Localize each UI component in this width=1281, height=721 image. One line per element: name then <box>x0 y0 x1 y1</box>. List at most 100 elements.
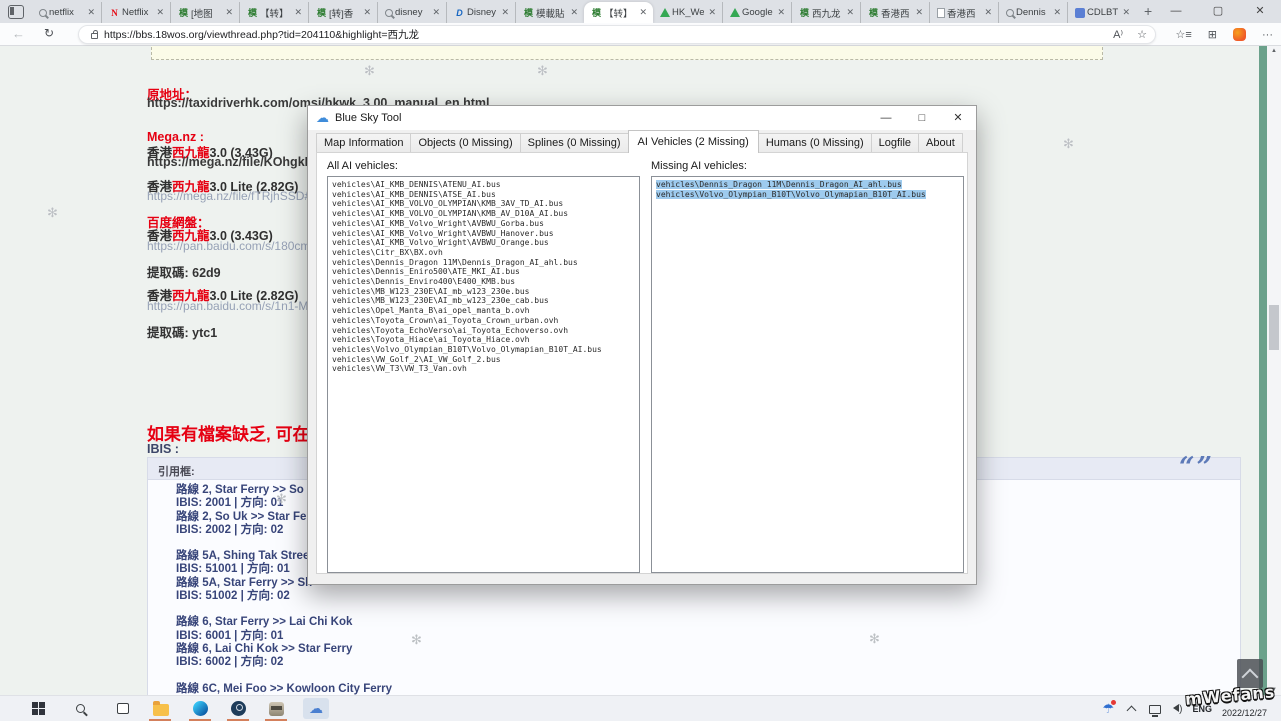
missing-vehicle-text[interactable]: vehicles\Volvo_Olympian_B10T\Volvo_Olyma… <box>656 190 926 199</box>
browser-tab[interactable]: disney ✕ <box>377 2 446 23</box>
taskbar-search-icon[interactable] <box>72 700 89 717</box>
new-tab-button[interactable]: + <box>1144 3 1152 19</box>
tab-close-icon[interactable]: ✕ <box>1051 7 1063 18</box>
all-vehicles-listbox[interactable]: vehicles\AI_KMB_DENNIS\ATENU_AI.bus vehi… <box>327 176 640 573</box>
browser-tab[interactable]: netflix ✕ <box>32 2 101 23</box>
refresh-icon[interactable]: ↻ <box>44 26 54 40</box>
favorites-bar-icon[interactable]: ☆≡ <box>1176 28 1192 41</box>
vehicle-path-item[interactable]: vehicles\Dennis_Enviro400\E400_KMB.bus <box>332 277 635 287</box>
browser-tab[interactable]: Dennis ✕ <box>998 2 1067 23</box>
tab-close-icon[interactable]: ✕ <box>844 7 856 18</box>
dialog-maximize-button[interactable]: □ <box>904 106 940 130</box>
tab-close-icon[interactable]: ✕ <box>637 7 649 18</box>
vehicle-path-item[interactable]: vehicles\Toyota_Hiace\ai_Toyota_Hiace.ov… <box>332 335 635 345</box>
browser-tab[interactable]: 模 【转】 ✕ <box>584 2 653 23</box>
settings-more-icon[interactable]: ··· <box>1262 29 1273 41</box>
vehicle-path-item[interactable]: vehicles\Dennis_Eniro500\ATE_MKI_AI.bus <box>332 267 635 277</box>
vehicle-path-item[interactable]: vehicles\Toyota_EchoVerso\ai_Toyota_Echo… <box>332 326 635 336</box>
browser-tab[interactable]: HK_We ✕ <box>653 2 722 23</box>
browser-tab[interactable]: 模 [地图 ✕ <box>170 2 239 23</box>
minimize-button[interactable]: — <box>1155 0 1197 22</box>
vehicle-path-item[interactable]: vehicles\AI_KMB_DENNIS\ATSE_AI.bus <box>332 190 635 200</box>
task-view-icon[interactable] <box>114 700 131 717</box>
baidu-item-2-link[interactable]: https://pan.baidu.com/s/1n1-M7 <box>147 299 315 313</box>
vehicle-path-item[interactable]: vehicles\Volvo_Olympian_B10T\Volvo_Olyma… <box>332 345 635 355</box>
address-bar[interactable]: https://bbs.18wos.org/viewthread.php?tid… <box>78 25 1156 44</box>
maximize-button[interactable]: ▢ <box>1197 0 1239 22</box>
vehicle-path-item[interactable]: vehicles\AI_KMB_VOLVO_OLYMPIAN\KMB_3AV_T… <box>332 199 635 209</box>
tab-close-icon[interactable]: ✕ <box>430 7 442 18</box>
missing-vehicle-item[interactable]: vehicles\Dennis_Dragon 11M\Dennis_Dragon… <box>656 180 959 190</box>
antivirus-umbrella-icon[interactable]: ☂ <box>1102 701 1114 717</box>
close-button[interactable]: ✕ <box>1239 0 1281 22</box>
vehicle-path-item[interactable]: vehicles\AI_KMB_Volvo_Wright\AVBWU_Gorba… <box>332 219 635 229</box>
browser-tab[interactable]: 模 模載貼 ✕ <box>515 2 584 23</box>
clock-date[interactable]: 2022/12/27 <box>1222 708 1267 718</box>
mega-item-2-link[interactable]: https://mega.nz/file/fTRjhSSD#B <box>147 189 319 203</box>
favorites-icon[interactable]: ☆ <box>1137 28 1147 41</box>
browser-tab[interactable]: 模 西九龙 ✕ <box>791 2 860 23</box>
tab-close-icon[interactable]: ✕ <box>706 7 718 18</box>
tab-close-icon[interactable]: ✕ <box>223 7 235 18</box>
browser-tab[interactable]: D Disney ✕ <box>446 2 515 23</box>
dialog-minimize-button[interactable]: — <box>868 106 904 130</box>
tab-close-icon[interactable]: ✕ <box>154 7 166 18</box>
network-icon[interactable] <box>1149 705 1161 714</box>
tab-actions-icon[interactable] <box>8 5 24 19</box>
volume-icon[interactable]: ) <box>1173 704 1182 715</box>
tab-close-icon[interactable]: ✕ <box>85 7 97 18</box>
vehicle-path-item[interactable]: vehicles\AI_KMB_VOLVO_OLYMPIAN\KMB_AV_D1… <box>332 209 635 219</box>
dialog-close-button[interactable]: ✕ <box>940 106 976 130</box>
tab-close-icon[interactable]: ✕ <box>775 7 787 18</box>
tray-expand-icon[interactable] <box>1127 706 1137 716</box>
back-icon[interactable]: ← <box>12 26 25 41</box>
dialog-tab[interactable]: Logfile <box>871 133 919 152</box>
vehicle-path-item[interactable]: vehicles\AI_KMB_Volvo_Wright\AVBWU_Hanov… <box>332 229 635 239</box>
browser-tab[interactable]: 模 [转]香 ✕ <box>308 2 377 23</box>
tab-close-icon[interactable]: ✕ <box>1120 7 1132 18</box>
scrollbar-thumb[interactable] <box>1269 305 1279 350</box>
missing-vehicles-listbox[interactable]: vehicles\Dennis_Dragon 11M\Dennis_Dragon… <box>651 176 964 573</box>
vehicle-path-item[interactable]: vehicles\Opel_Manta_B\ai_opel_manta_b.ov… <box>332 306 635 316</box>
edge-icon[interactable] <box>192 700 209 717</box>
vehicle-path-item[interactable]: vehicles\Dennis_Dragon 11M\Dennis_Dragon… <box>332 258 635 268</box>
url-text[interactable]: https://bbs.18wos.org/viewthread.php?tid… <box>104 27 1099 42</box>
dialog-tab[interactable]: AI Vehicles (2 Missing) <box>628 130 759 153</box>
tab-close-icon[interactable]: ✕ <box>913 7 925 18</box>
dialog-tab[interactable]: Humans (0 Missing) <box>758 133 872 152</box>
steam-icon[interactable] <box>230 700 247 717</box>
read-aloud-icon[interactable]: A⁾ <box>1113 28 1123 41</box>
dialog-tab[interactable]: Objects (0 Missing) <box>410 133 520 152</box>
dialog-titlebar[interactable]: ☁ Blue Sky Tool — □ ✕ <box>308 106 976 130</box>
tab-close-icon[interactable]: ✕ <box>499 7 511 18</box>
vehicle-path-item[interactable]: vehicles\AI_KMB_Volvo_Wright\AVBWU_Orang… <box>332 238 635 248</box>
vehicle-path-item[interactable]: vehicles\MB_W123_230E\AI_mb_w123_230e.bu… <box>332 287 635 297</box>
tab-close-icon[interactable]: ✕ <box>982 7 994 18</box>
file-explorer-icon[interactable] <box>152 700 169 717</box>
page-scrollbar[interactable]: ▲ ▼ <box>1267 46 1281 695</box>
start-button[interactable] <box>30 700 47 717</box>
extension-icon[interactable] <box>1233 28 1246 41</box>
dialog-tab[interactable]: Map Information <box>316 133 411 152</box>
baidu-item-1-link[interactable]: https://pan.baidu.com/s/180cml9 <box>147 239 320 253</box>
browser-tab[interactable]: 香港西 ✕ <box>929 2 998 23</box>
lock-icon[interactable] <box>91 33 98 39</box>
collections-icon[interactable]: ⊞ <box>1208 28 1217 41</box>
tab-close-icon[interactable]: ✕ <box>568 7 580 18</box>
vehicle-path-item[interactable]: vehicles\Toyota_Crown\ai_Toyota_Crown_ur… <box>332 316 635 326</box>
browser-tab[interactable]: 模 【转】 ✕ <box>239 2 308 23</box>
scrollbar-up-icon[interactable]: ▲ <box>1271 48 1277 54</box>
missing-vehicle-item[interactable]: vehicles\Volvo_Olympian_B10T\Volvo_Olyma… <box>656 190 959 200</box>
browser-tab[interactable]: Google ✕ <box>722 2 791 23</box>
browser-tab[interactable]: 模 香港西 ✕ <box>860 2 929 23</box>
vehicle-path-item[interactable]: vehicles\VW_T3\VW_T3_Van.ovh <box>332 364 635 374</box>
missing-vehicle-text[interactable]: vehicles\Dennis_Dragon 11M\Dennis_Dragon… <box>656 180 902 189</box>
vehicle-path-item[interactable]: vehicles\VW_Golf_2\AI_VW_Golf_2.bus <box>332 355 635 365</box>
vehicle-path-item[interactable]: vehicles\AI_KMB_DENNIS\ATENU_AI.bus <box>332 180 635 190</box>
vehicle-path-item[interactable]: vehicles\MB_W123_230E\AI_mb_w123_230e_ca… <box>332 296 635 306</box>
omsi-icon[interactable] <box>268 700 285 717</box>
vehicle-path-item[interactable]: vehicles\Citr_BX\BX.ovh <box>332 248 635 258</box>
blue-sky-tool-taskbar-icon[interactable]: ☁ <box>303 698 329 719</box>
dialog-tab[interactable]: About <box>918 133 963 152</box>
tab-close-icon[interactable]: ✕ <box>292 7 304 18</box>
